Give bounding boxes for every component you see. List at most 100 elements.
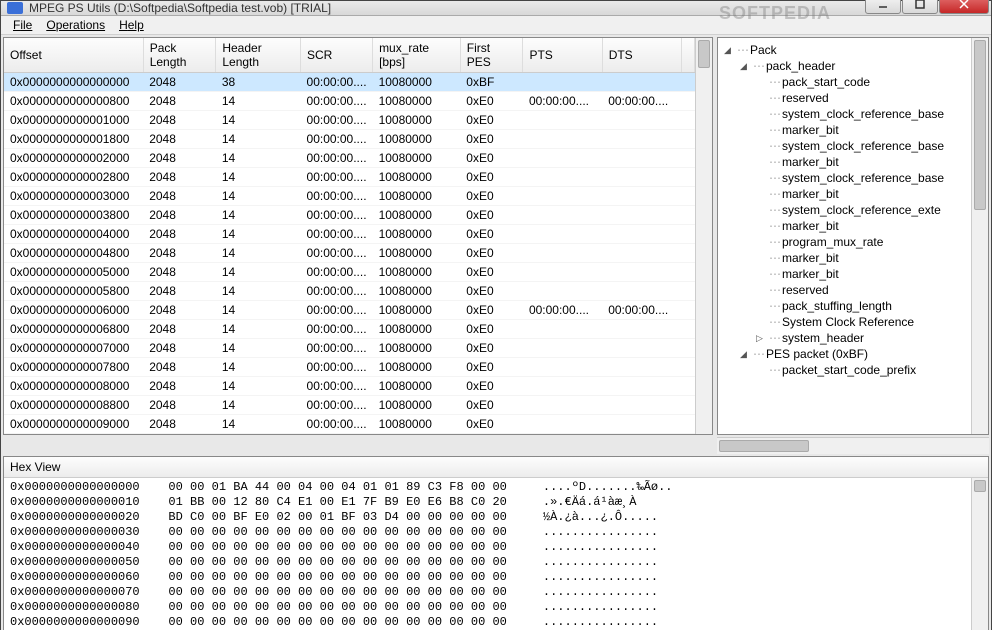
table-row[interactable]: 0x000000000000200020481400:00:00....1008… xyxy=(4,149,695,168)
table-row[interactable]: 0x000000000000600020481400:00:00....1008… xyxy=(4,301,695,320)
cell-scr: 00:00:00.... xyxy=(301,358,373,377)
tree-expand-icon[interactable]: ▷ xyxy=(754,333,765,344)
cell-pts: 00:00:00.... xyxy=(523,92,602,111)
table-row[interactable]: 0x000000000000000020483800:00:00....1008… xyxy=(4,73,695,92)
table-row[interactable]: 0x000000000000580020481400:00:00....1008… xyxy=(4,282,695,301)
table-row[interactable]: 0x000000000000380020481400:00:00....1008… xyxy=(4,206,695,225)
minimize-button[interactable] xyxy=(865,0,901,14)
cell-mux_rate: 10080000 xyxy=(373,92,461,111)
tree-node[interactable]: ⋯pack_stuffing_length xyxy=(720,298,969,314)
column-header-pack_length[interactable]: Pack Length xyxy=(143,38,216,73)
table-row[interactable]: 0x000000000000400020481400:00:00....1008… xyxy=(4,225,695,244)
tree-node[interactable]: ⋯system_clock_reference_base xyxy=(720,170,969,186)
tree-node[interactable]: ◢⋯pack_header xyxy=(720,58,969,74)
menu-file[interactable]: File xyxy=(7,16,38,34)
cell-scr: 00:00:00.... xyxy=(301,320,373,339)
tree-hscrollbar[interactable] xyxy=(717,437,989,454)
cell-first_pes: 0xE0 xyxy=(460,320,523,339)
table-row[interactable]: 0x000000000000780020481400:00:00....1008… xyxy=(4,358,695,377)
tree-node[interactable]: ⋯marker_bit xyxy=(720,122,969,138)
cell-first_pes: 0xE0 xyxy=(460,111,523,130)
tree-node[interactable]: ◢⋯Pack xyxy=(720,42,969,58)
table-row[interactable]: 0x000000000000800020481400:00:00....1008… xyxy=(4,377,695,396)
column-header-dts[interactable]: DTS xyxy=(602,38,681,73)
tree-node[interactable]: ⋯reserved xyxy=(720,282,969,298)
tree-node[interactable]: ⋯marker_bit xyxy=(720,250,969,266)
tree-collapse-icon[interactable]: ◢ xyxy=(738,61,749,72)
table-row[interactable]: 0x000000000000100020481400:00:00....1008… xyxy=(4,111,695,130)
column-header-mux_rate[interactable]: mux_rate [bps] xyxy=(373,38,461,73)
tree-vscrollbar[interactable] xyxy=(971,38,988,434)
table-row[interactable]: 0x000000000000300020481400:00:00....1008… xyxy=(4,187,695,206)
tree-connector: ⋯ xyxy=(769,235,780,249)
table-row[interactable]: 0x000000000000880020481400:00:00....1008… xyxy=(4,396,695,415)
tree-node[interactable]: ⋯program_mux_rate xyxy=(720,234,969,250)
menu-operations[interactable]: Operations xyxy=(40,16,111,34)
table-row[interactable]: 0x000000000000480020481400:00:00....1008… xyxy=(4,244,695,263)
cell-header_length: 14 xyxy=(216,263,301,282)
tree-leaf-icon xyxy=(754,221,765,232)
tree-node[interactable]: ⋯pack_start_code xyxy=(720,74,969,90)
tree-node[interactable]: ⋯marker_bit xyxy=(720,186,969,202)
cell-dts xyxy=(602,282,681,301)
tree-collapse-icon[interactable]: ◢ xyxy=(738,349,749,360)
tree-leaf-icon xyxy=(754,77,765,88)
table-vscrollbar[interactable] xyxy=(695,38,712,434)
cell-first_pes: 0xBF xyxy=(460,73,523,92)
table-row[interactable]: 0x000000000000680020481400:00:00....1008… xyxy=(4,320,695,339)
column-header-header_length[interactable]: Header Length xyxy=(216,38,301,73)
titlebar[interactable]: MPEG PS Utils (D:\Softpedia\Softpedia te… xyxy=(1,1,991,16)
tree-node[interactable]: ⋯system_clock_reference_base xyxy=(720,138,969,154)
cell-scr: 00:00:00.... xyxy=(301,187,373,206)
packet-table[interactable]: OffsetPack LengthHeader LengthSCRmux_rat… xyxy=(4,38,695,434)
tree-node[interactable]: ⋯marker_bit xyxy=(720,218,969,234)
table-row[interactable]: 0x000000000000700020481400:00:00....1008… xyxy=(4,339,695,358)
table-row[interactable]: 0x000000000000280020481400:00:00....1008… xyxy=(4,168,695,187)
table-row[interactable]: 0x000000000000080020481400:00:00....1008… xyxy=(4,92,695,111)
cell-first_pes: 0xE0 xyxy=(460,130,523,149)
cell-offset: 0x0000000000006000 xyxy=(4,301,143,320)
tree-node[interactable]: ◢⋯PES packet (0xBF) xyxy=(720,346,969,362)
tree-node[interactable]: ⋯marker_bit xyxy=(720,154,969,170)
column-header-offset[interactable]: Offset xyxy=(4,38,143,73)
tree-node[interactable]: ⋯reserved xyxy=(720,90,969,106)
tree-connector: ⋯ xyxy=(769,299,780,313)
column-header-first_pes[interactable]: First PES xyxy=(460,38,523,73)
tree-collapse-icon[interactable]: ◢ xyxy=(722,45,733,56)
maximize-button[interactable] xyxy=(902,0,938,14)
cell-offset: 0x0000000000005000 xyxy=(4,263,143,282)
tree-node[interactable]: ▷⋯system_header xyxy=(720,330,969,346)
menubar: File Operations Help xyxy=(1,16,991,35)
tree-leaf-icon xyxy=(754,317,765,328)
tree-label: system_header xyxy=(782,331,864,345)
column-header-pts[interactable]: PTS xyxy=(523,38,602,73)
tree-node[interactable]: ⋯packet_start_code_prefix xyxy=(720,362,969,378)
cell-header_length: 14 xyxy=(216,301,301,320)
hex-vscrollbar[interactable] xyxy=(971,478,988,630)
cell-dts: 00:00:00.... xyxy=(602,92,681,111)
tree-leaf-icon xyxy=(754,157,765,168)
tree-node[interactable]: ⋯system_clock_reference_exte xyxy=(720,202,969,218)
tree-node[interactable]: ⋯marker_bit xyxy=(720,266,969,282)
cell-offset: 0x0000000000004000 xyxy=(4,225,143,244)
cell-header_length: 14 xyxy=(216,415,301,434)
cell-header_length: 14 xyxy=(216,187,301,206)
hex-content[interactable]: 0x0000000000000000 00 00 01 BA 44 00 04 … xyxy=(4,478,971,630)
table-row[interactable]: 0x000000000000500020481400:00:00....1008… xyxy=(4,263,695,282)
cell-header_length: 14 xyxy=(216,396,301,415)
tree-node[interactable]: ⋯System Clock Reference xyxy=(720,314,969,330)
tree-node[interactable]: ⋯system_clock_reference_base xyxy=(720,106,969,122)
tree-leaf-icon xyxy=(754,189,765,200)
watermark: SOFTPEDIA xyxy=(719,3,831,24)
table-row[interactable]: 0x000000000000180020481400:00:00....1008… xyxy=(4,130,695,149)
close-button[interactable] xyxy=(939,0,989,14)
cell-offset: 0x0000000000000800 xyxy=(4,92,143,111)
cell-offset: 0x0000000000003000 xyxy=(4,187,143,206)
tree-leaf-icon xyxy=(754,253,765,264)
structure-tree[interactable]: ◢⋯Pack◢⋯pack_header⋯pack_start_code⋯rese… xyxy=(718,38,971,434)
cell-pts xyxy=(523,282,602,301)
tree-connector: ⋯ xyxy=(769,107,780,121)
column-header-scr[interactable]: SCR xyxy=(301,38,373,73)
table-row[interactable]: 0x000000000000900020481400:00:00....1008… xyxy=(4,415,695,434)
menu-help[interactable]: Help xyxy=(113,16,150,34)
